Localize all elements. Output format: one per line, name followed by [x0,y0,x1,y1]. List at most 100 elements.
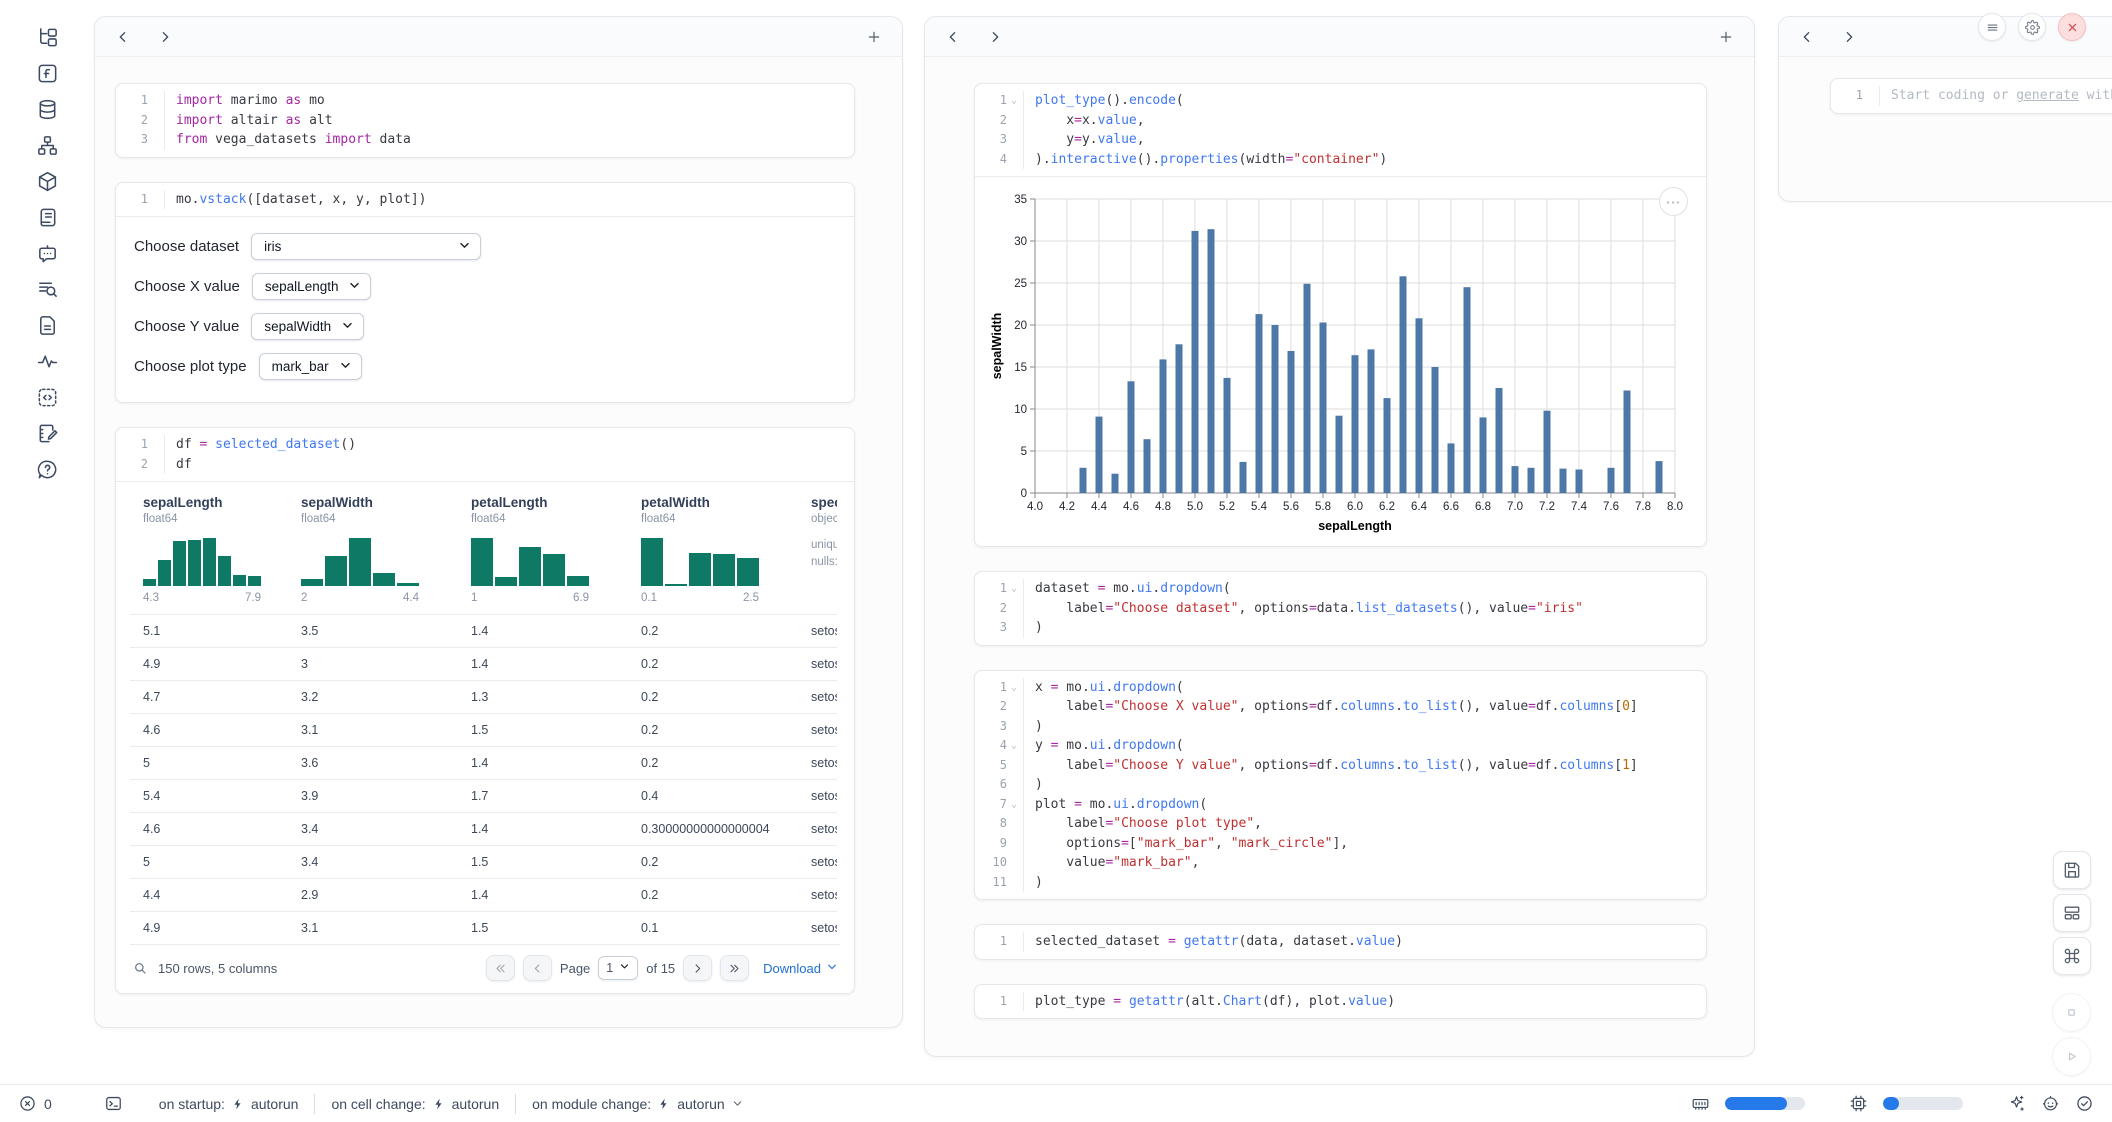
gear-icon[interactable] [2018,13,2046,41]
notebook-column-2: 1⌄plot_type().encode(2 x=x.value,3 y=y.v… [924,16,1755,1057]
vega-bar-chart[interactable]: 4.04.24.44.64.85.05.25.45.65.86.06.26.46… [989,187,1689,537]
code-cell[interactable]: 1import marimo as mo2import altair as al… [115,83,855,158]
line-number: 2 [124,111,148,131]
code-line: 2 label="Choose dataset", options=data.l… [983,599,1694,619]
svg-text:4.6: 4.6 [1123,501,1139,513]
code-cell[interactable]: 1⌄dataset = mo.ui.dropdown(2 label="Choo… [974,571,1707,646]
code-cell[interactable]: 1⌄plot_type().encode(2 x=x.value,3 y=y.v… [974,83,1707,547]
fold-chevron-icon[interactable]: ⌄ [1007,579,1021,599]
download-button[interactable]: Download [763,961,838,976]
run-icon[interactable] [2052,1037,2091,1076]
table-cell: setosa [811,921,837,935]
chevron-right-icon[interactable] [157,29,173,45]
generate-link[interactable]: generate [2016,88,2079,103]
terminal-icon[interactable] [104,1094,123,1113]
column-name: petalWidth [641,495,811,510]
code-cell[interactable]: 1⌄x = mo.ui.dropdown(2 label="Choose X v… [974,670,1707,901]
stop-icon[interactable] [2052,993,2091,1032]
chevron-left-icon[interactable] [1799,29,1815,45]
close-icon[interactable] [2058,13,2086,41]
error-count-button[interactable]: 0 [18,1094,52,1113]
help-icon[interactable] [36,458,59,481]
column-name: sepalLength [143,495,301,510]
save-icon[interactable] [2053,851,2091,889]
fold-chevron-icon[interactable]: ⌄ [1007,678,1021,698]
code-editor[interactable]: 1⌄plot_type().encode(2 x=x.value,3 y=y.v… [975,84,1706,176]
table-cell: setosa [811,888,837,902]
file-explorer-icon[interactable] [36,26,59,49]
add-cell-icon[interactable] [866,29,882,45]
on-startup-setting[interactable]: on startup: autorun [159,1096,299,1112]
code-editor[interactable]: 1df = selected_dataset()2df [116,428,854,481]
fold-chevron-icon[interactable]: ⌄ [1007,736,1021,756]
scratchpad-icon[interactable] [36,422,59,445]
choose-dataset-select[interactable]: iris [251,233,481,260]
code-text: dataset = mo.ui.dropdown( [1023,579,1694,599]
add-cell-icon[interactable] [1718,29,1734,45]
next-page-button[interactable] [683,955,712,981]
svg-text:7.6: 7.6 [1603,501,1619,513]
chevron-right-icon[interactable] [1841,29,1857,45]
menu-icon[interactable] [1978,13,2006,41]
code-editor[interactable]: 1import marimo as mo2import altair as al… [116,84,854,157]
fold-spacer [1007,111,1021,131]
code-editor[interactable]: 1mo.vstack([dataset, x, y, plot]) [116,183,854,217]
packages-icon[interactable] [36,170,59,193]
choose-y-value-select[interactable]: sepalWidth [251,313,364,340]
code-cell[interactable]: 1plot_type = getattr(alt.Chart(df), plot… [974,984,1707,1020]
code-text: mo.vstack([dataset, x, y, plot]) [164,190,842,210]
svg-text:6.0: 6.0 [1347,501,1363,513]
on-cell-change-setting[interactable]: on cell change: autorun [331,1096,499,1112]
column-header-petalLength[interactable]: petalLengthfloat6416.9 [471,482,641,614]
code-editor[interactable]: 1⌄dataset = mo.ui.dropdown(2 label="Choo… [975,572,1706,645]
connection-status-icon[interactable] [2075,1094,2094,1113]
code-editor[interactable]: 1plot_type = getattr(alt.Chart(df), plot… [975,985,1706,1019]
last-page-button[interactable] [720,955,749,981]
code-cell[interactable]: 1df = selected_dataset()2dfsepalLengthfl… [115,427,855,994]
ai-chat-icon[interactable] [36,242,59,265]
tracing-icon[interactable] [36,350,59,373]
chevron-right-icon[interactable] [987,29,1003,45]
chart-actions-menu-icon[interactable]: ⋯ [1659,187,1688,216]
helper-functions-icon[interactable] [36,62,59,85]
fold-spacer [1007,756,1021,776]
table-cell: 5.4 [143,789,301,803]
keyboard-shortcuts-icon[interactable] [2053,937,2091,975]
table-scroll-area[interactable]: sepalLengthfloat644.37.9sepalWidthfloat6… [130,482,837,944]
chevron-left-icon[interactable] [945,29,961,45]
fold-spacer [148,455,162,475]
code-cell[interactable]: 1selected_dataset = getattr(data, datase… [974,924,1707,960]
line-number: 2 [983,697,1007,717]
previous-page-button[interactable] [523,955,552,981]
code-placeholder[interactable]: Start coding or generate with [1879,86,2112,106]
fold-chevron-icon[interactable]: ⌄ [1007,91,1021,111]
data-sources-icon[interactable] [36,98,59,121]
code-editor[interactable]: 1selected_dataset = getattr(data, datase… [975,925,1706,959]
column-header-species[interactable]: speciesobjectunique:nulls: [811,482,837,614]
code-cell[interactable]: 1mo.vstack([dataset, x, y, plot])Choose … [115,182,855,404]
sparkles-icon[interactable] [2007,1094,2026,1113]
logs-icon[interactable] [36,278,59,301]
column-header-sepalLength[interactable]: sepalLengthfloat644.37.9 [143,482,301,614]
on-module-change-setting[interactable]: on module change: autorun [532,1096,744,1112]
documentation-icon[interactable] [36,314,59,337]
first-page-button[interactable] [486,955,515,981]
layout-icon[interactable] [2053,894,2091,932]
dependency-graph-icon[interactable] [36,134,59,157]
search-icon[interactable] [132,960,148,976]
choose-x-value-select[interactable]: sepalLength [252,273,372,300]
code-line: 3) [983,618,1694,638]
assistant-bot-icon[interactable] [2041,1094,2060,1113]
empty-code-cell[interactable]: 1 Start coding or generate with [1830,78,2112,114]
table-row: 53.41.50.2setosa [130,845,837,878]
column-header-sepalWidth[interactable]: sepalWidthfloat6424.4 [301,482,471,614]
column-header-petalWidth[interactable]: petalWidthfloat640.12.5 [641,482,811,614]
fold-chevron-icon[interactable]: ⌄ [1007,795,1021,815]
line-number: 3 [983,618,1007,638]
outline-icon[interactable] [36,206,59,229]
snippets-icon[interactable] [36,386,59,409]
chevron-left-icon[interactable] [115,29,131,45]
choose-plot-type-select[interactable]: mark_bar [259,353,362,380]
page-select[interactable]: 1 [598,956,638,980]
code-editor[interactable]: 1⌄x = mo.ui.dropdown(2 label="Choose X v… [975,671,1706,900]
